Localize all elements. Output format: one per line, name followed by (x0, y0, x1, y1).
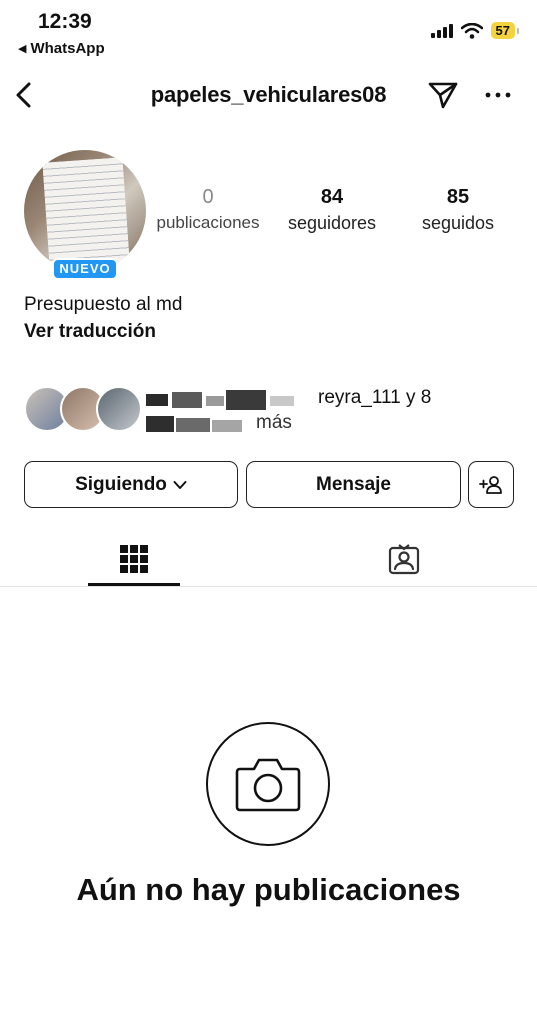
stat-following-label: seguidos (421, 213, 495, 233)
tagged-person-icon (388, 544, 420, 575)
suggested-users-button[interactable] (468, 461, 514, 508)
stat-followers[interactable]: 84 seguidores (276, 186, 388, 234)
mutual-avatar (96, 386, 142, 432)
avatar-document-photo (42, 157, 130, 267)
wifi-icon (460, 22, 483, 39)
status-time: 12:39 (38, 10, 92, 33)
cellular-signal-icon (430, 23, 453, 38)
tab-posts-grid[interactable] (88, 530, 180, 588)
message-label: Mensaje (316, 473, 391, 495)
send-message-icon[interactable] (427, 80, 459, 110)
mutual-followers-avatars[interactable] (24, 386, 144, 436)
status-indicators: 57 (430, 22, 520, 39)
tab-tagged[interactable] (358, 530, 450, 588)
following-label: Siguiendo (75, 473, 167, 495)
profile-avatar (24, 150, 146, 272)
tabs-divider (0, 586, 537, 587)
following-button[interactable]: Siguiendo (24, 461, 238, 508)
grid-icon (120, 545, 148, 573)
empty-state-title: Aún no hay publicaciones (76, 872, 461, 907)
new-badge: NUEVO (52, 258, 118, 280)
stat-followers-label: seguidores (287, 213, 377, 233)
battery-indicator: 57 (490, 22, 520, 39)
back-to-app-link[interactable]: ◀ WhatsApp (18, 40, 105, 57)
followed-by-more[interactable]: más (256, 412, 292, 434)
followed-by-text[interactable]: reyra_111 y 8 (318, 387, 431, 409)
redacted-follower-names (146, 390, 306, 410)
back-triangle-icon: ◀ (18, 43, 27, 55)
stat-following[interactable]: 85 seguidos (402, 186, 514, 234)
stat-posts-value: 0 (202, 186, 214, 208)
profile-avatar-container[interactable]: NUEVO (24, 150, 146, 280)
stat-posts-label: publicaciones (156, 213, 260, 232)
instagram-profile-screen: 12:39 ◀ WhatsApp 57 papeles_vehiculares0… (0, 0, 537, 1024)
message-button[interactable]: Mensaje (246, 461, 461, 508)
redacted-follower-names-2 (146, 414, 256, 434)
camera-icon (235, 758, 301, 812)
stat-following-value: 85 (446, 186, 470, 208)
see-translation-link[interactable]: Ver traducción (24, 321, 156, 343)
stat-posts: 0 publicaciones (152, 186, 264, 233)
more-options-icon[interactable] (484, 80, 512, 110)
empty-state-camera-circle (206, 722, 330, 846)
stat-followers-value: 84 (320, 186, 344, 208)
chevron-down-icon (173, 480, 187, 489)
back-app-label: WhatsApp (30, 40, 105, 57)
profile-bio: Presupuesto al md (24, 294, 183, 315)
add-person-icon (479, 475, 502, 494)
profile-header: papeles_vehiculares08 (0, 78, 537, 114)
